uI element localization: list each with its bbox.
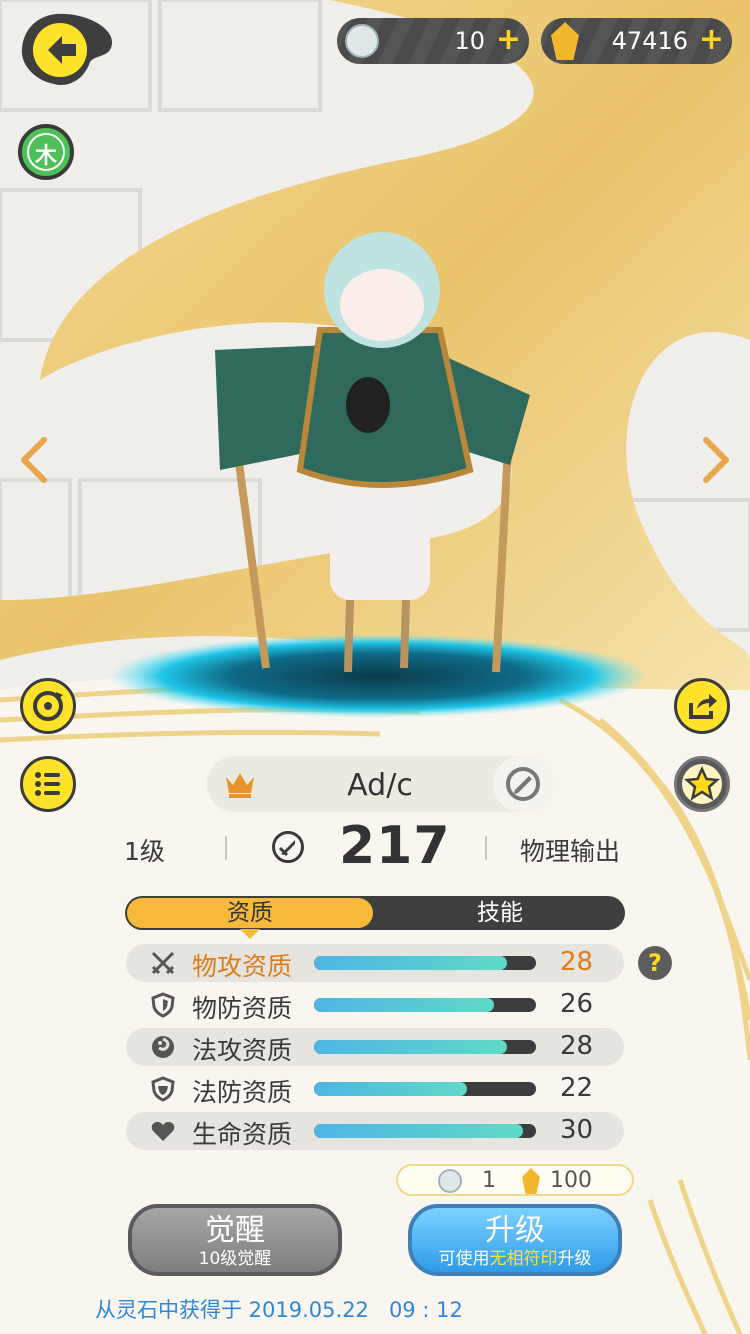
rotate-icon	[33, 691, 63, 721]
gold-crystal-icon	[522, 1168, 540, 1194]
divider	[225, 836, 227, 860]
share-icon	[689, 694, 717, 719]
power-value: 217	[339, 816, 451, 876]
stat-value: 28	[560, 1031, 594, 1061]
stat-row-physical-attack[interactable]: 物攻资质 28	[126, 944, 624, 982]
gold-crystal-icon	[551, 22, 579, 60]
detail-tabs: 资质 技能	[125, 896, 625, 930]
cost-tokens: 1	[482, 1168, 496, 1193]
next-character-button[interactable]	[696, 432, 736, 488]
upgrade-button[interactable]: 升级 可使用无相符印升级	[408, 1204, 622, 1276]
stat-value: 26	[560, 989, 594, 1019]
rename-button[interactable]	[493, 756, 553, 812]
tab-aptitude[interactable]: 资质	[127, 898, 373, 928]
stat-row-health[interactable]: 生命资质 30	[126, 1112, 624, 1150]
stat-value: 28	[560, 947, 594, 977]
magic-swirl-icon	[152, 1036, 174, 1058]
character-token-icon	[345, 24, 379, 58]
swords-icon	[151, 951, 175, 975]
element-label: 木	[34, 144, 57, 169]
stat-row-magic-defense[interactable]: 法防资质 22	[126, 1070, 624, 1108]
add-tokens-button[interactable]: +	[496, 23, 521, 57]
stat-value: 30	[560, 1115, 594, 1145]
back-button[interactable]	[16, 10, 116, 90]
stat-bar	[314, 956, 536, 970]
stat-value: 22	[560, 1073, 594, 1103]
chevron-left-icon	[21, 437, 47, 483]
stat-bar	[314, 1124, 536, 1138]
heart-icon	[151, 1121, 175, 1141]
upgrade-subtitle: 可使用无相符印升级	[412, 1248, 618, 1270]
chevron-right-icon	[703, 437, 729, 483]
crystal-count: 47416	[611, 27, 688, 55]
stat-bar-fill	[314, 1040, 508, 1054]
acquisition-info: 从灵石中获得于 2019.05.22 09 : 12	[95, 1298, 463, 1322]
upgrade-cost: 1 100	[396, 1164, 634, 1196]
help-button[interactable]: ?	[638, 946, 672, 980]
previous-character-button[interactable]	[14, 432, 54, 488]
upgrade-subtitle-suffix: 升级	[557, 1249, 592, 1269]
tab-pointer	[240, 929, 260, 939]
stat-row-magic-attack[interactable]: 法攻资质 28	[126, 1028, 624, 1066]
stat-bar	[314, 1040, 536, 1054]
upgrade-subtitle-prefix: 可使用	[438, 1249, 490, 1269]
awaken-subtitle: 10级觉醒	[198, 1249, 272, 1269]
power-icon	[272, 831, 304, 863]
stat-row-physical-defense[interactable]: 物防资质 26	[126, 986, 624, 1024]
magic-shield-icon	[151, 1076, 175, 1102]
stat-label: 法防资质	[192, 1078, 293, 1107]
upgrade-item-name: 无相符印	[489, 1249, 558, 1269]
stat-bar-fill	[314, 1082, 468, 1096]
character-level: 1级	[124, 837, 165, 866]
character-token-icon	[438, 1169, 462, 1193]
list-menu-button[interactable]	[20, 756, 76, 812]
element-badge[interactable]: 木	[18, 124, 74, 180]
list-icon	[35, 772, 60, 796]
token-currency: 10 +	[337, 18, 529, 64]
awaken-button[interactable]: 觉醒 10级觉醒	[128, 1204, 342, 1276]
cost-crystals: 100	[550, 1168, 592, 1193]
tab-skills[interactable]: 技能	[375, 896, 625, 930]
favorite-button[interactable]	[674, 756, 730, 812]
upgrade-title: 升级	[485, 1213, 545, 1248]
token-count: 10	[454, 27, 485, 55]
stat-bar	[314, 1082, 536, 1096]
rotate-view-button[interactable]	[20, 678, 76, 734]
stat-label: 物攻资质	[192, 952, 293, 981]
add-crystals-button[interactable]: +	[699, 23, 724, 57]
stat-label: 生命资质	[192, 1120, 293, 1149]
star-icon	[682, 764, 722, 804]
stat-bar-fill	[314, 998, 494, 1012]
stat-bar	[314, 998, 536, 1012]
awaken-title: 觉醒	[205, 1213, 265, 1248]
crystal-currency: 47416 +	[541, 18, 732, 64]
edit-icon	[506, 767, 540, 801]
stat-label: 法攻资质	[192, 1036, 293, 1065]
shield-icon	[151, 992, 175, 1018]
character-name-bar: Ad/c	[207, 756, 553, 812]
stat-bar-fill	[314, 1124, 523, 1138]
share-button[interactable]	[674, 678, 730, 734]
back-arrow-icon	[21, 13, 113, 86]
stat-bar-fill	[314, 956, 508, 970]
divider	[485, 836, 487, 860]
character-role: 物理输出	[520, 837, 621, 866]
stat-label: 物防资质	[192, 994, 293, 1023]
